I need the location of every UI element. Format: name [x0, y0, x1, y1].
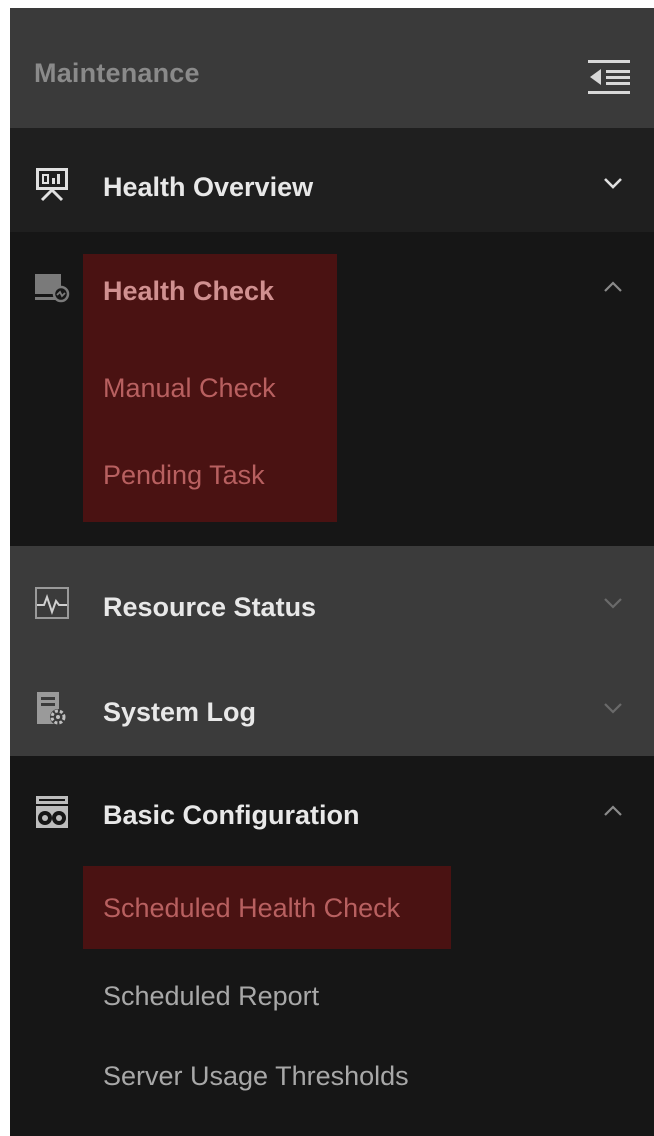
pulse-icon	[34, 586, 70, 622]
submenu-manual-check[interactable]: Manual Check	[103, 373, 276, 404]
menu-system-log[interactable]: System Log	[10, 651, 654, 756]
monitor-check-icon	[34, 270, 70, 306]
collapse-menu-icon[interactable]	[586, 58, 632, 96]
menu-label: Resource Status	[103, 592, 317, 622]
chevron-down-icon	[600, 175, 626, 191]
submenu-scheduled-report[interactable]: Scheduled Report	[103, 981, 319, 1012]
menu-label: Basic Configuration	[103, 800, 360, 830]
group-collapsed-items: Resource Status System Log	[10, 546, 654, 756]
chevron-down-icon	[600, 700, 626, 716]
menu-label: Health Check	[103, 276, 275, 306]
menu-health-overview[interactable]: Health Overview	[10, 128, 654, 232]
menu-label: Health Overview	[103, 172, 314, 202]
menu-health-check[interactable]: Health Check	[10, 232, 654, 336]
group-basic-configuration: Basic Configuration Scheduled Health Che…	[10, 756, 654, 1136]
menu-label: System Log	[103, 697, 257, 727]
menu-resource-status[interactable]: Resource Status	[10, 546, 654, 651]
menu-basic-configuration[interactable]: Basic Configuration	[10, 756, 654, 860]
log-gear-icon	[34, 691, 70, 727]
submenu-pending-task[interactable]: Pending Task	[103, 460, 265, 491]
sidebar-title: Maintenance	[34, 58, 200, 88]
chevron-down-icon	[600, 595, 626, 611]
submenu-scheduled-health-check[interactable]: Scheduled Health Check	[103, 893, 400, 924]
presentation-chart-icon	[34, 166, 70, 202]
chevron-up-icon	[600, 803, 626, 819]
config-gears-icon	[34, 794, 70, 830]
sidebar-header: Maintenance	[10, 8, 654, 128]
group-health-check: Health Check Manual Check Pending Task	[10, 232, 654, 546]
submenu-server-usage-thresholds[interactable]: Server Usage Thresholds	[103, 1061, 409, 1092]
maintenance-sidebar: Maintenance Health Overview Health Check…	[10, 8, 654, 1136]
chevron-up-icon	[600, 279, 626, 295]
